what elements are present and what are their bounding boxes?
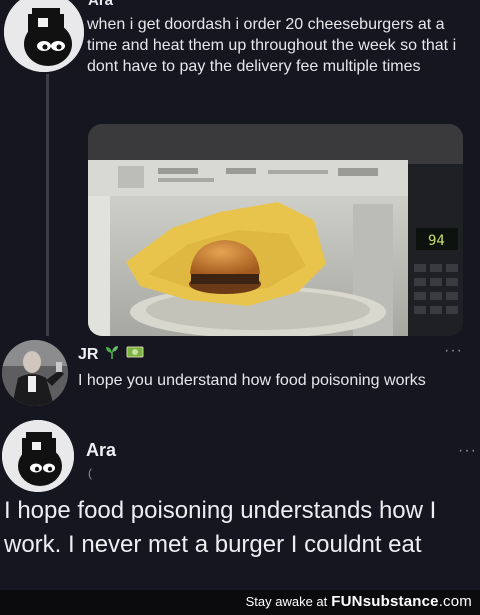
watermark-brand-rest: substance xyxy=(362,593,439,610)
watermark-bar: Stay awake at FUNsubstance.com xyxy=(0,590,480,615)
watermark-domain: .com xyxy=(438,593,472,610)
watermark-brand-bold: FUN xyxy=(331,593,363,610)
reply-author-name[interactable]: JR xyxy=(78,346,98,364)
reply-more-button[interactable]: ··· xyxy=(444,342,463,360)
microwave-burger-photo: 94 xyxy=(88,124,463,336)
reply-header: JR xyxy=(78,344,144,365)
avatar-ara-image xyxy=(4,0,84,72)
reply-text: I hope you understand how food poisoning… xyxy=(78,372,426,389)
reply2-author-name[interactable]: Ara xyxy=(86,440,116,461)
reply2-subtext: ( xyxy=(88,466,92,480)
avatar-jr[interactable] xyxy=(2,340,68,406)
tweet1-text: when i get doordash i order 20 cheesebur… xyxy=(87,16,457,75)
avatar-ara-reply-image xyxy=(2,420,74,492)
microwave-display-readout: 94 xyxy=(428,233,445,249)
watermark: Stay awake at FUNsubstance.com xyxy=(246,593,472,610)
reply2-more-button[interactable]: ··· xyxy=(458,442,477,460)
thread-connector-line xyxy=(46,74,49,336)
avatar-ara-reply[interactable] xyxy=(2,420,74,492)
tweet1-media-photo[interactable]: 94 xyxy=(88,124,463,336)
reply2-text: I hope food poisoning understands how I … xyxy=(4,497,437,558)
avatar-ara[interactable] xyxy=(4,0,84,72)
seedling-icon xyxy=(104,344,120,365)
watermark-brand[interactable]: FUNsubstance.com xyxy=(331,593,472,610)
tweet1-author-name[interactable]: Ara xyxy=(88,0,113,9)
avatar-jr-image xyxy=(2,340,68,406)
money-icon xyxy=(126,345,144,364)
watermark-tagline: Stay awake at xyxy=(245,594,328,609)
